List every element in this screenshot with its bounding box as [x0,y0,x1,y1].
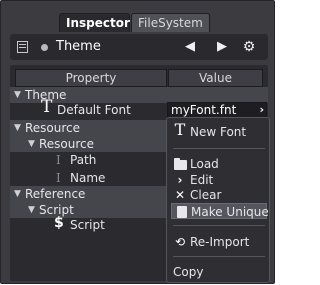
collapse-triangle-icon[interactable]: ▼ [14,120,21,136]
menu-item-reimport[interactable]: ⟲ Re-Import [171,234,267,250]
text-cursor-icon: I [56,153,61,167]
menu-item-label: Edit [190,173,214,187]
object-dot-icon [41,44,48,51]
menu-item-make-unique[interactable]: Make Unique [171,203,269,219]
column-header-property[interactable]: Property [15,69,167,87]
menu-separator [173,148,265,149]
reload-icon: ⟲ [174,235,186,249]
menu-item-label: Copy [173,265,204,279]
resource-context-menu: T New Font Load › Edit ✕ Clear Make Uniq… [166,117,270,283]
text-cursor-icon: I [56,171,61,185]
value-text: myFont.fnt [171,103,237,117]
property-label: Name [70,171,106,185]
menu-item-label: Load [190,157,219,171]
folder-icon [174,158,187,170]
script-icon: $ [54,215,64,231]
section-label: Reference [25,187,86,201]
menu-separator [173,225,265,226]
tab-inspector[interactable]: Inspector [59,13,130,32]
menu-item-clear[interactable]: ✕ Clear [171,187,267,203]
chevron-right-icon[interactable]: › [259,103,264,117]
list-icon[interactable] [17,41,28,53]
collapse-triangle-icon[interactable]: ▼ [28,136,35,152]
menu-item-label: Make Unique [191,205,269,219]
document-icon [177,206,187,218]
menu-item-edit[interactable]: › Edit [171,172,267,188]
menu-separator [173,256,265,257]
menu-item-label: Re-Import [190,235,250,249]
back-arrow-icon[interactable]: ◀ [182,38,198,56]
column-header-value[interactable]: Value [168,69,263,87]
font-type-icon: T [41,97,53,117]
gear-icon[interactable]: ⚙ [241,38,257,56]
close-icon: ✕ [174,188,186,202]
collapse-triangle-icon[interactable]: ▼ [14,186,21,202]
property-label: Default Font [57,103,131,117]
chevron-right-icon: › [177,173,183,187]
default-font-value-field[interactable]: myFont.fnt › [167,102,267,118]
font-type-icon: T [174,120,186,139]
menu-item-load[interactable]: Load [171,156,267,172]
section-label: Resource [25,121,81,135]
menu-item-copy[interactable]: Copy [171,264,267,280]
property-label: Path [70,153,97,167]
forward-arrow-icon[interactable]: ▶ [214,38,230,56]
menu-item-new-font[interactable]: T New Font [171,120,267,140]
collapse-triangle-icon[interactable]: ▼ [14,87,21,103]
section-label: Resource [39,137,95,151]
inspector-dock: Inspector FileSystem Theme ◀ ▶ ⚙ Propert… [0,0,275,284]
inspector-header: Theme ◀ ▶ ⚙ [10,34,268,60]
collapse-triangle-icon[interactable]: ▼ [28,202,35,218]
object-name: Theme [56,39,101,54]
property-label: Script [70,218,105,232]
menu-item-label: Clear [190,188,222,202]
menu-item-label: New Font [190,125,247,139]
tab-filesystem[interactable]: FileSystem [131,13,210,32]
